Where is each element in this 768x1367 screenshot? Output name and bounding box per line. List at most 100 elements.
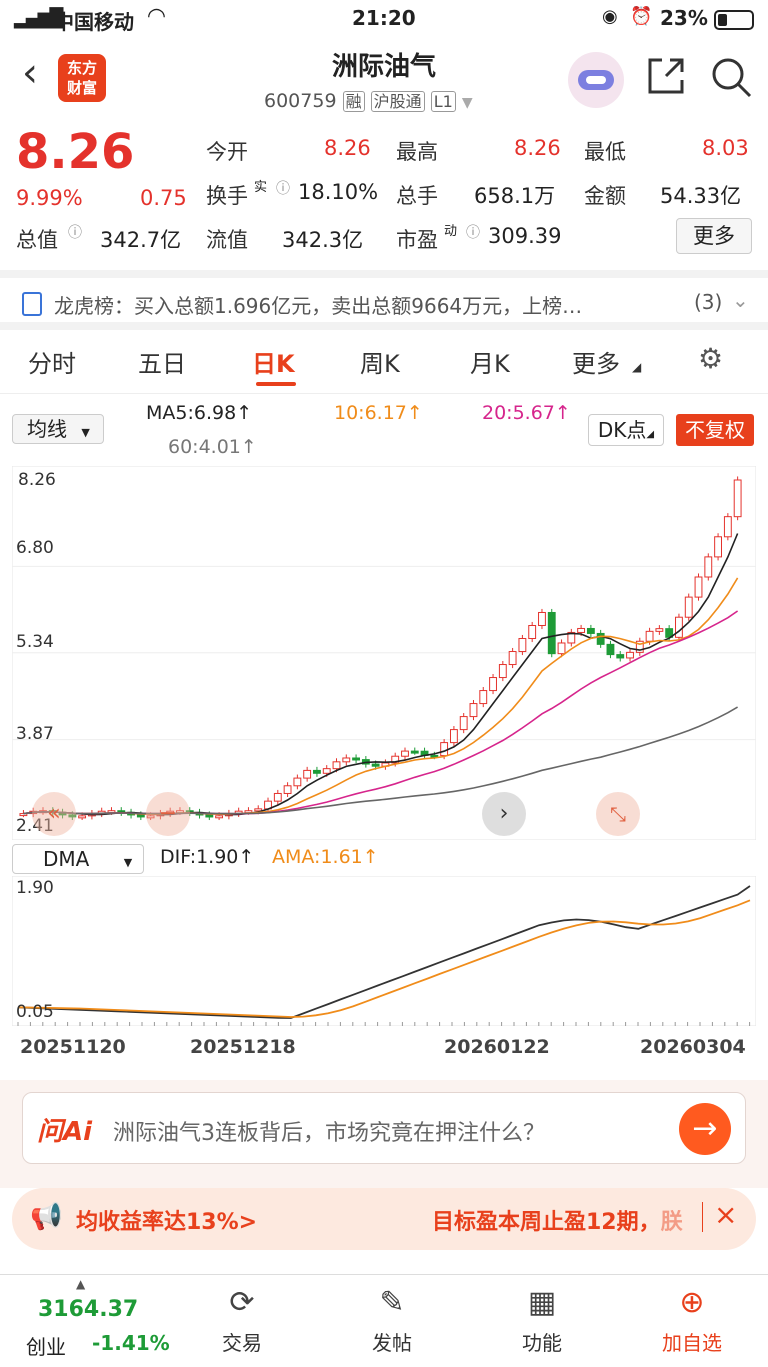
candle-body <box>538 611 546 626</box>
pe-value: 309.39 <box>488 224 562 248</box>
kline-canvas <box>11 465 757 841</box>
arrow-right-icon[interactable]: → <box>679 1103 731 1155</box>
candle-body <box>684 596 693 618</box>
tab-more[interactable]: 更多 <box>572 344 620 379</box>
candle-body <box>78 815 87 819</box>
candle-body <box>449 729 458 744</box>
candle-body <box>371 763 380 767</box>
quote-panel: 8.26 9.99% 0.75 今开 8.26 最高 8.26 最低 8.03 … <box>0 120 768 270</box>
edit-icon: ✎ <box>379 1285 405 1320</box>
chevron-down-icon[interactable]: ⌄ <box>732 288 749 312</box>
scroll-left-icon[interactable]: « <box>32 792 76 836</box>
y-axis-label-3: 5.34 <box>16 632 54 652</box>
share-icon[interactable] <box>646 56 686 96</box>
high-label: 最高 <box>396 140 438 164</box>
index-pct: -1.41% <box>92 1331 170 1355</box>
dk-point-label: DK点 <box>597 418 647 442</box>
mktcap-value: 342.7亿 <box>100 228 182 252</box>
info-icon[interactable]: ⓘ <box>276 178 290 198</box>
candle-body <box>518 638 527 653</box>
stock-code-row[interactable]: 600759 融 沪股通 L1 ▼ <box>264 88 473 112</box>
more-button[interactable]: 更多 <box>676 218 752 254</box>
ai-question-card[interactable]: 问Ai 洲际油气3连板背后，市场究竟在押注什么？ → <box>22 1092 746 1164</box>
search-icon[interactable] <box>710 56 752 98</box>
candle-body <box>332 761 341 770</box>
ai-section: 问Ai 洲际油气3连板背后，市场究竟在押注什么？ → <box>0 1080 768 1188</box>
volume-label: 总手 <box>396 184 438 208</box>
yen-exchange-icon: ⟳ <box>229 1285 255 1320</box>
battery-label: 23% <box>660 6 708 30</box>
dk-point-button[interactable]: DK点◢ <box>588 414 664 446</box>
tab-weekly-k[interactable]: 周K <box>360 344 400 379</box>
tab-intraday[interactable]: 分时 <box>28 344 76 379</box>
badge-hgt: 沪股通 <box>370 91 425 112</box>
caret-down-icon: ▼ <box>81 426 90 439</box>
triangle-icon: ◢ <box>632 360 642 374</box>
zoom-out-icon[interactable]: − <box>146 792 190 836</box>
stock-code: 600759 <box>264 90 337 112</box>
bottom-nav: ▲ 3164.37 创业 -1.41% ⟳ 交易 ✎ 发帖 ▦ 功能 ⊕ 加自选 <box>0 1274 768 1366</box>
date-label: 20251120 <box>20 1036 126 1058</box>
candle-body <box>205 814 214 818</box>
candle-body <box>479 690 488 705</box>
ma5-label: MA5:6.98↑ <box>146 402 253 424</box>
candle-body <box>273 792 282 802</box>
ama-line <box>17 899 751 1018</box>
candle-body <box>577 627 586 633</box>
chart-border <box>11 875 757 1027</box>
turnover-label: 换手 <box>206 184 248 208</box>
sub-indicator-select[interactable]: DMA ▼ <box>12 844 144 874</box>
promo-banner[interactable]: 📢 均收益率达13%> 目标盈本周止盈12期，朕 × <box>12 1188 756 1250</box>
dma-chart[interactable]: 1.90 0.05 <box>11 875 757 1027</box>
candle-body <box>606 643 615 656</box>
y-axis-label-2: 6.80 <box>16 538 54 558</box>
indicator-select-label: 均线 <box>27 417 67 441</box>
volume-value: 658.1万 <box>474 184 556 208</box>
nav-func[interactable]: ▦ 功能 <box>492 1285 592 1356</box>
no-adjust-button[interactable]: 不复权 <box>676 414 754 446</box>
banner-right-text: 目标盈本周止盈12期，朕 <box>432 1210 683 1235</box>
apps-icon: ▦ <box>527 1285 557 1320</box>
nav-fav-label: 加自选 <box>662 1331 722 1355</box>
info-icon[interactable]: ⓘ <box>466 222 480 242</box>
nav-post[interactable]: ✎ 发帖 <box>342 1285 442 1356</box>
dif-label: DIF:1.90↑ <box>160 846 255 868</box>
indicator-select[interactable]: 均线 ▼ <box>12 414 104 444</box>
candle-body <box>645 630 654 642</box>
ma60-label: 60:4.01↑ <box>168 436 257 458</box>
dragon-tiger-list[interactable]: 龙虎榜：买入总额1.696亿元，卖出总额9664万元，上榜… (3) ⌄ <box>0 270 768 330</box>
low-label: 最低 <box>584 140 626 164</box>
float-value: 342.3亿 <box>282 228 364 252</box>
info-icon[interactable]: ⓘ <box>68 222 82 242</box>
turnover-value: 18.10% <box>298 180 379 204</box>
period-tabs: 分时 五日 日K 周K 月K 更多 ◢ ⚙ <box>0 330 768 394</box>
candle-body <box>675 616 683 638</box>
lhb-text: 龙虎榜：买入总额1.696亿元，卖出总额9664万元，上榜… <box>54 294 583 318</box>
nav-add-favorite[interactable]: ⊕ 加自选 <box>642 1285 742 1356</box>
document-icon <box>22 292 42 316</box>
date-label: 20251218 <box>190 1036 296 1058</box>
caret-up-icon: ▲ <box>76 1277 86 1291</box>
kline-chart[interactable]: 8.26 6.80 5.34 3.87 2.41 « − › ⤡ <box>11 465 757 841</box>
open-value: 8.26 <box>324 136 371 160</box>
dma-axis-bottom: 0.05 <box>16 1002 54 1022</box>
dma-axis-top: 1.90 <box>16 878 54 898</box>
tab-daily-k[interactable]: 日K <box>252 344 295 379</box>
candle-body <box>508 651 517 666</box>
header: ‹ 东方 财富 洲际油气 600759 融 沪股通 L1 ▼ <box>0 40 768 120</box>
scroll-right-icon[interactable]: › <box>482 792 526 836</box>
battery-icon <box>714 10 754 30</box>
fullscreen-icon[interactable]: ⤡ <box>596 792 640 836</box>
nav-trade[interactable]: ⟳ 交易 <box>192 1285 292 1356</box>
index-ticker[interactable]: ▲ 3164.37 创业 -1.41% <box>0 1275 170 1367</box>
tab-monthly-k[interactable]: 月K <box>470 344 510 379</box>
ai-question: 洲际油气3连板背后，市场究竟在押注什么？ <box>113 1121 545 1146</box>
ma20-label: 20:5.67↑ <box>482 402 571 424</box>
badge-level: L1 <box>430 91 456 112</box>
assistant-avatar[interactable] <box>568 52 624 108</box>
dma-canvas <box>11 875 757 1027</box>
tab-five-day[interactable]: 五日 <box>138 344 186 379</box>
wifi-icon: ◠ <box>148 4 165 29</box>
close-icon[interactable]: × <box>714 1198 737 1231</box>
gear-icon[interactable]: ⚙ <box>698 342 723 375</box>
